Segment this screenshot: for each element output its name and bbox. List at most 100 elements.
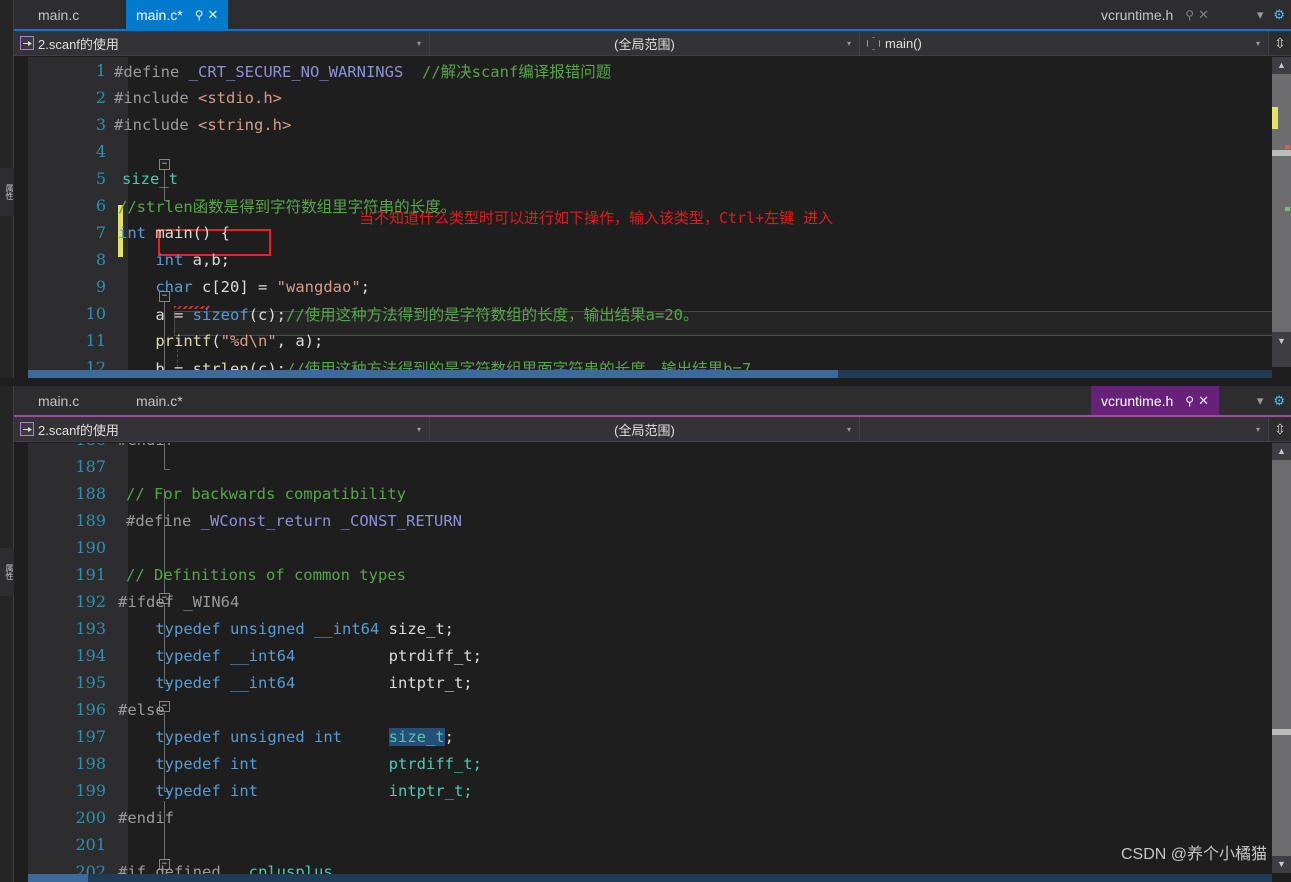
chevron-down-icon[interactable]: ▾ [1257,7,1264,23]
code-line: 189 #define _WConst_return _CONST_RETURN [14,507,1291,534]
line-number: 191 [75,565,106,584]
scroll-down-arrow[interactable]: ▼ [1272,333,1291,350]
project-combo-top[interactable]: 2.scanf的使用 ▾ [14,31,430,55]
horizontal-scrollbar-top[interactable] [28,370,1272,378]
pin-icon[interactable]: ⚲ [195,8,204,22]
tab-label: vcruntime.h [1100,392,1174,409]
line-text: #include <stdio.h> [114,88,282,107]
line-number: 189 [75,511,106,530]
scope-name: (全局范围) [614,422,675,438]
line-number: 3 [95,115,106,134]
tab-label: main.c* [136,392,183,409]
scrollbar-track[interactable] [1272,460,1291,856]
code-line: 7 int main() { [14,219,1291,246]
method-icon [866,36,880,50]
code-line: 10 a = sizeof(c);//使用这种方法得到的是字符数组的长度，输出结… [14,300,1291,327]
project-combo-bottom[interactable]: 2.scanf的使用 ▾ [14,417,430,441]
horizontal-scrollbar-bottom[interactable] [28,874,1272,882]
code-line: 188 // For backwards compatibility [14,480,1291,507]
tab-vcruntime-h[interactable]: vcruntime.h ⚲ ✕ [1090,386,1219,415]
line-text: #define _CRT_SECURE_NO_WARNINGS //解决scan… [114,62,612,81]
line-text: // Definitions of common types [126,565,406,584]
line-number: 192 [75,592,106,611]
close-icon[interactable]: ✕ [1198,393,1209,409]
line-number: 196 [75,700,106,719]
scrollbar-thumb[interactable] [1272,729,1291,735]
code-line: 192 #ifdef _WIN64 [14,588,1291,615]
scrollbar-thumb[interactable] [28,874,88,882]
line-number: 193 [75,619,106,638]
line-text: typedef unsigned __int64 size_t; [155,619,454,638]
code-line: 187 [14,453,1291,480]
member-combo-top[interactable]: main() ▾ [860,31,1269,55]
line-number: 197 [75,727,106,746]
close-icon[interactable]: ✕ [207,7,218,23]
line-text: //strlen函数是得到字符数组里字符串的长度。 [118,197,457,216]
member-combo-bottom[interactable]: ▾ [860,417,1269,441]
chevron-down-icon[interactable]: ▾ [417,425,421,434]
line-text: typedef int ptrdiff_t; [155,754,482,773]
gear-icon[interactable]: ⚙ [1273,7,1285,23]
chevron-down-icon[interactable]: ▾ [1256,425,1260,434]
line-number: 5 [95,169,106,188]
code-line: 6 //strlen函数是得到字符数组里字符串的长度。 [14,192,1291,219]
line-number: 188 [75,484,106,503]
chevron-down-icon[interactable]: ▾ [847,425,851,434]
chevron-down-icon[interactable]: ▾ [417,39,421,48]
scroll-up-arrow[interactable]: ▲ [1272,57,1291,74]
tab-main-c[interactable]: main.c [28,0,98,29]
tab-label: main.c [38,392,80,409]
line-text: int main() { [118,223,230,242]
tab-main-c-modified[interactable]: main.c* [126,386,201,415]
pin-icon[interactable]: ⚲ [1185,8,1194,22]
code-lines-bottom: 186 #endif 187 188 // For backwards comp… [14,443,1291,882]
line-number: 2 [95,88,106,107]
line-text: typedef __int64 ptrdiff_t; [155,646,482,665]
tab-main-c[interactable]: main.c [28,386,98,415]
line-number: 8 [95,250,106,269]
scope-combo-top[interactable]: (全局范围) ▾ [430,31,860,55]
code-line: 8 int a,b; [14,246,1291,273]
tab-vcruntime-h[interactable]: vcruntime.h ⚲ ✕ [1090,0,1219,29]
scroll-up-arrow[interactable]: ▲ [1272,443,1291,460]
line-number: 7 [95,223,106,242]
code-line: 9 char c[20] = "wangdao"; [14,273,1291,300]
left-strip-tab-properties-top[interactable]: 属性 [0,168,14,216]
line-text: #endif [118,808,174,827]
line-text: #else [118,700,165,719]
split-editor-button-bottom[interactable]: ⇳ [1269,417,1291,441]
chevron-down-icon[interactable]: ▾ [847,39,851,48]
vertical-scrollbar-bottom[interactable]: ▲ ▼ [1272,443,1291,873]
scope-combo-bottom[interactable]: (全局范围) ▾ [430,417,860,441]
line-text: #ifdef _WIN64 [118,592,240,611]
line-text: #endif [118,443,174,449]
line-text: #include <string.h> [114,115,292,134]
line-number: 6 [95,196,106,215]
left-strip-tab-properties-bottom[interactable]: 属性 [0,548,14,596]
line-number: 190 [75,538,106,557]
close-icon[interactable]: ✕ [1198,7,1209,23]
split-editor-button-top[interactable]: ⇳ [1269,31,1291,55]
line-text: a = sizeof(c);//使用这种方法得到的是字符数组的长度，输出结果a=… [155,305,699,324]
tab-window-buttons-bottom: ▾ ⚙ [1251,386,1291,415]
pane-splitter[interactable] [0,378,1291,386]
line-number: 195 [75,673,106,692]
code-line: 5 size_t [14,165,1291,192]
code-surface-bottom[interactable]: − − − 可以看到size_t是无符号整数 186 #endif 187 [14,443,1291,882]
csdn-watermark: CSDN @养个小橘猫 [1120,846,1267,863]
line-number: 199 [75,781,106,800]
scroll-down-arrow[interactable]: ▼ [1272,856,1291,873]
project-icon [20,36,34,50]
tab-main-c-modified[interactable]: main.c* ⚲ ✕ [126,0,229,29]
tab-strip-top: main.c main.c* ⚲ ✕ vcruntime.h ⚲ ✕ ▾ ⚙ [14,0,1291,29]
code-surface-top[interactable]: − − 当不知道什么类型时可以进行如下操作，输入该类型，Ctrl+左键 进入 1… [14,57,1291,378]
chevron-down-icon[interactable]: ▾ [1256,39,1260,48]
scrollbar-thumb[interactable] [28,370,838,378]
vertical-scrollbar-top[interactable]: ▲ ▼ [1272,57,1291,367]
gear-icon[interactable]: ⚙ [1273,393,1285,409]
code-line: 197 typedef unsigned int size_t; [14,723,1291,750]
navigation-bar-top: 2.scanf的使用 ▾ (全局范围) ▾ main() ▾ ⇳ [14,29,1291,56]
pin-icon[interactable]: ⚲ [1185,394,1194,408]
scrollbar-thumb[interactable] [1272,150,1291,156]
chevron-down-icon[interactable]: ▾ [1257,393,1264,409]
